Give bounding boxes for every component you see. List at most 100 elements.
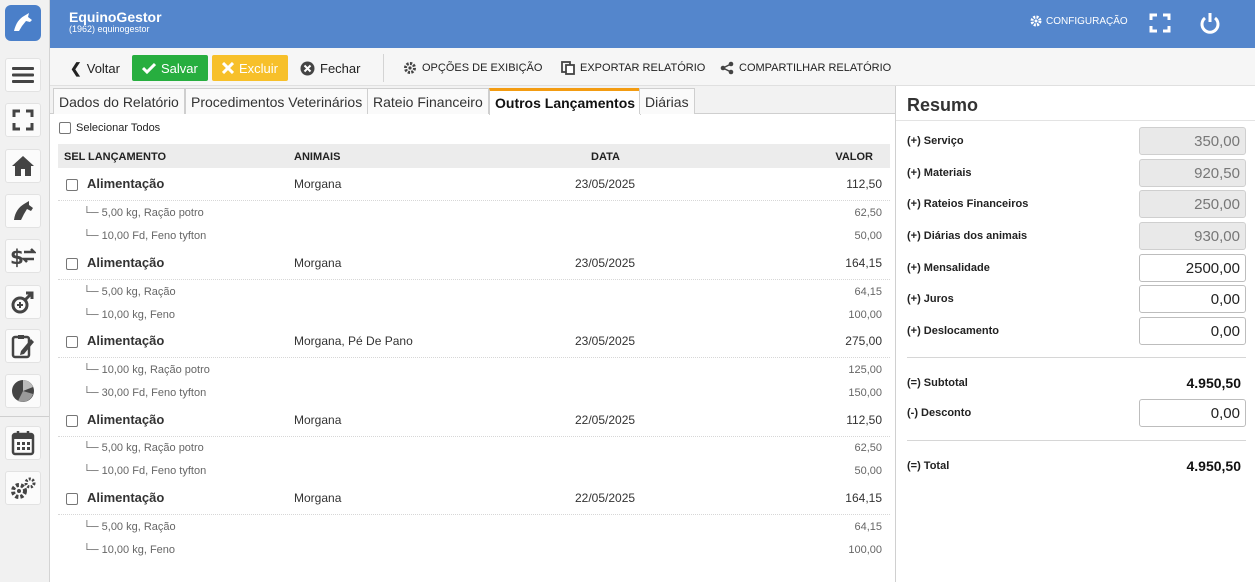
share-report-label: COMPARTILHAR RELATÓRIO: [739, 62, 892, 74]
table-row[interactable]: Alimentação Morgana 23/05/2025 112,50: [58, 168, 890, 201]
entry-value: 164,15: [845, 256, 882, 270]
tab-bar: Dados do Relatório Procedimentos Veterin…: [50, 86, 895, 115]
toolbar: ❮ Voltar Salvar Excluir Fechar OPÇÕES DE…: [50, 48, 1255, 86]
discount-label: (-) Desconto: [907, 407, 972, 419]
entry-date: 23/05/2025: [575, 256, 636, 270]
item-desc: └─ 5,00 kg, Ração potro: [83, 207, 204, 219]
item-value: 64,15: [854, 521, 882, 533]
item-value: 62,50: [854, 207, 882, 219]
item-desc: └─ 10,00 kg, Ração potro: [83, 364, 210, 376]
tab-daily-rates[interactable]: Diárias: [639, 88, 695, 114]
configuration-button[interactable]: CONFIGURAÇÃO: [1030, 15, 1128, 27]
financial-apportionment-label: (+) Rateios Financeiros: [907, 198, 1029, 210]
entry-item: └─ 10,00 Fd, Feno tyfton 50,00: [58, 459, 890, 482]
share-report-button[interactable]: COMPARTILHAR RELATÓRIO: [720, 55, 891, 81]
tab-financial-apportionment[interactable]: Rateio Financeiro: [367, 88, 489, 114]
toolbar-divider: [383, 54, 384, 82]
entry-animals: Morgana: [294, 491, 342, 505]
app-subtitle: (1962) equinogestor: [69, 24, 150, 34]
interest-field[interactable]: 0,00: [1139, 285, 1246, 313]
svg-text:$: $: [10, 245, 24, 268]
export-report-button[interactable]: EXPORTAR RELATÓRIO: [561, 55, 705, 81]
delete-label: Excluir: [239, 60, 279, 76]
chart-pie-icon[interactable]: [5, 374, 41, 408]
row-checkbox[interactable]: [66, 336, 78, 348]
save-button[interactable]: Salvar: [132, 55, 208, 81]
entry-date: 22/05/2025: [575, 491, 636, 505]
table-row[interactable]: Alimentação Morgana 22/05/2025 164,15: [58, 482, 890, 515]
save-label: Salvar: [161, 60, 198, 76]
table-row[interactable]: Alimentação Morgana, Pé De Pano 23/05/20…: [58, 325, 890, 358]
table-header: SEL LANÇAMENTO ANIMAIS DATA VALOR: [58, 144, 890, 168]
tab-veterinary-procedures[interactable]: Procedimentos Veterinários: [185, 88, 369, 114]
home-icon[interactable]: [5, 149, 41, 183]
display-options-button[interactable]: OPÇÕES DE EXIBIÇÃO: [403, 55, 542, 81]
discount-field[interactable]: 0,00: [1139, 399, 1246, 427]
copy-icon: [561, 61, 575, 75]
summary-divider: [907, 440, 1246, 441]
calendar-icon[interactable]: [5, 426, 41, 460]
entry-animals: Morgana: [294, 177, 342, 191]
tab-report-data[interactable]: Dados do Relatório: [53, 88, 185, 114]
row-checkbox[interactable]: [66, 415, 78, 427]
delete-button[interactable]: Excluir: [212, 55, 289, 81]
chevron-left-icon: ❮: [70, 59, 82, 76]
finance-icon[interactable]: $: [5, 239, 41, 273]
monthly-fee-label: (+) Mensalidade: [907, 262, 990, 274]
entry-name: Alimentação: [87, 255, 165, 270]
total-value: 4.950,50: [1186, 458, 1242, 474]
subtotal-label: (=) Subtotal: [907, 377, 968, 389]
entry-name: Alimentação: [87, 412, 165, 427]
col-valor: VALOR: [835, 151, 873, 163]
item-desc: └─ 5,00 kg, Ração potro: [83, 442, 204, 454]
close-circle-icon: [300, 61, 315, 75]
gender-icon[interactable]: [5, 285, 41, 319]
entry-item: └─ 5,00 kg, Ração potro 62,50: [58, 436, 890, 459]
travel-field[interactable]: 0,00: [1139, 317, 1246, 345]
animal-daily-rates-label: (+) Diárias dos animais: [907, 230, 1028, 242]
item-desc: └─ 30,00 Fd, Feno tyfton: [83, 387, 207, 399]
interest-label: (+) Juros: [907, 293, 954, 305]
table-row[interactable]: Alimentação Morgana 22/05/2025 112,50: [58, 404, 890, 437]
entry-value: 164,15: [845, 491, 882, 505]
close-label: Fechar: [320, 60, 361, 76]
back-button[interactable]: ❮ Voltar: [70, 55, 120, 81]
fullscreen-icon[interactable]: [1149, 13, 1171, 38]
entry-value: 275,00: [845, 334, 882, 348]
entry-date: 23/05/2025: [575, 334, 636, 348]
row-checkbox[interactable]: [66, 258, 78, 270]
item-desc: └─ 10,00 kg, Feno: [83, 544, 176, 556]
menu-icon[interactable]: [5, 58, 41, 92]
report-edit-icon[interactable]: [5, 329, 41, 363]
col-data: DATA: [591, 151, 620, 163]
table-row[interactable]: Alimentação Morgana 23/05/2025 164,15: [58, 247, 890, 280]
entry-item: └─ 30,00 Fd, Feno tyfton 150,00: [58, 381, 890, 404]
select-all[interactable]: Selecionar Todos: [59, 122, 160, 134]
close-icon: [222, 62, 234, 74]
monthly-fee-field[interactable]: 2500,00: [1139, 254, 1246, 282]
select-all-checkbox[interactable]: [59, 122, 71, 134]
item-value: 64,15: [854, 286, 882, 298]
item-desc: └─ 10,00 kg, Feno: [83, 309, 176, 321]
app-logo[interactable]: [5, 5, 41, 41]
tab-other-entries[interactable]: Outros Lançamentos: [489, 88, 642, 115]
total-label: (=) Total: [907, 460, 950, 472]
close-button[interactable]: Fechar: [300, 55, 360, 81]
horse-icon[interactable]: [5, 194, 41, 228]
sidebar: $: [0, 0, 50, 582]
export-report-label: EXPORTAR RELATÓRIO: [580, 62, 706, 74]
row-checkbox[interactable]: [66, 493, 78, 505]
row-checkbox[interactable]: [66, 179, 78, 191]
settings-icon[interactable]: [5, 471, 41, 505]
item-value: 50,00: [854, 230, 882, 242]
entry-animals: Morgana: [294, 413, 342, 427]
entry-name: Alimentação: [87, 490, 165, 505]
financial-apportionment-field: 250,00: [1139, 190, 1246, 218]
subtotal-value: 4.950,50: [1186, 375, 1242, 391]
expand-icon[interactable]: [5, 103, 41, 137]
power-icon[interactable]: [1200, 12, 1220, 39]
entry-item: └─ 5,00 kg, Ração potro 62,50: [58, 201, 890, 224]
configuration-label: CONFIGURAÇÃO: [1046, 15, 1128, 27]
entry-date: 23/05/2025: [575, 177, 636, 191]
entry-item: └─ 5,00 kg, Ração 64,15: [58, 515, 890, 538]
